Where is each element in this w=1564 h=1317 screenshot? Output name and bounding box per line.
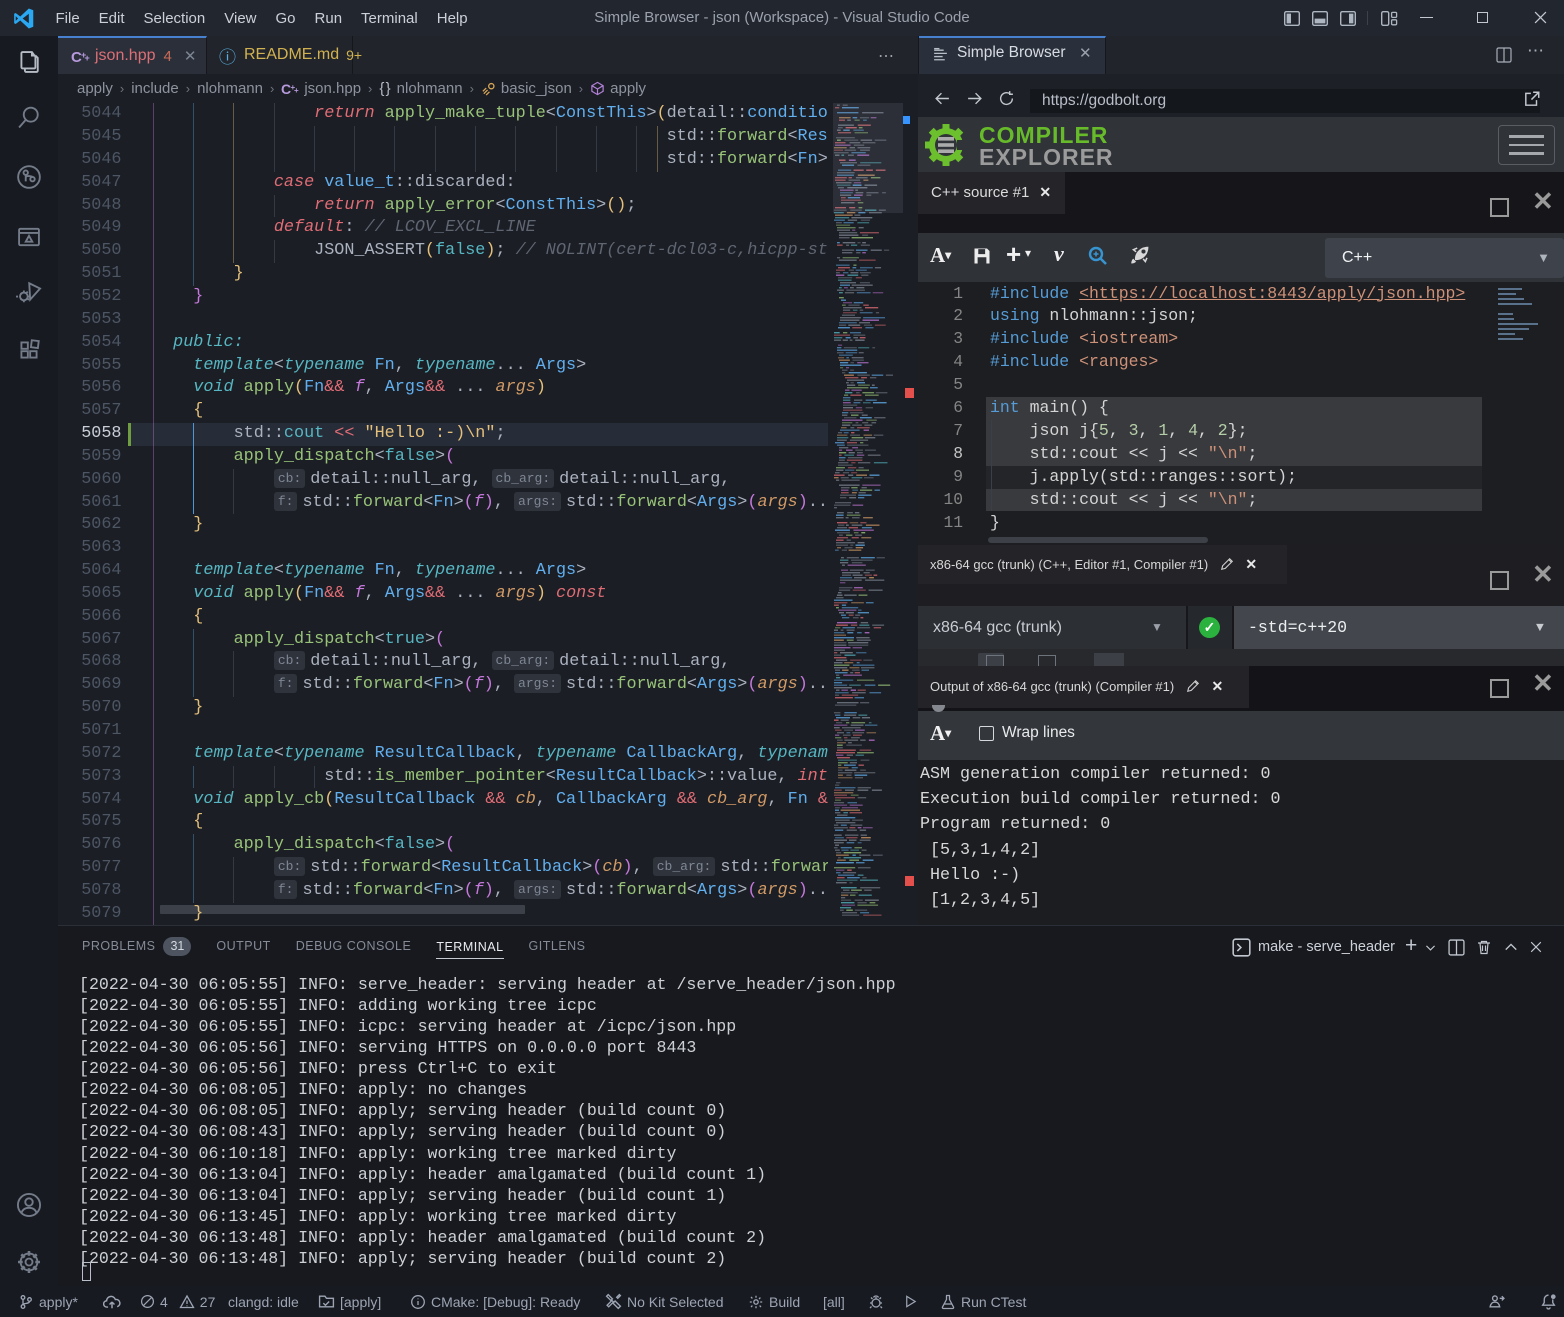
svg-text:+: + — [294, 86, 299, 95]
svg-text:+: + — [85, 53, 90, 63]
